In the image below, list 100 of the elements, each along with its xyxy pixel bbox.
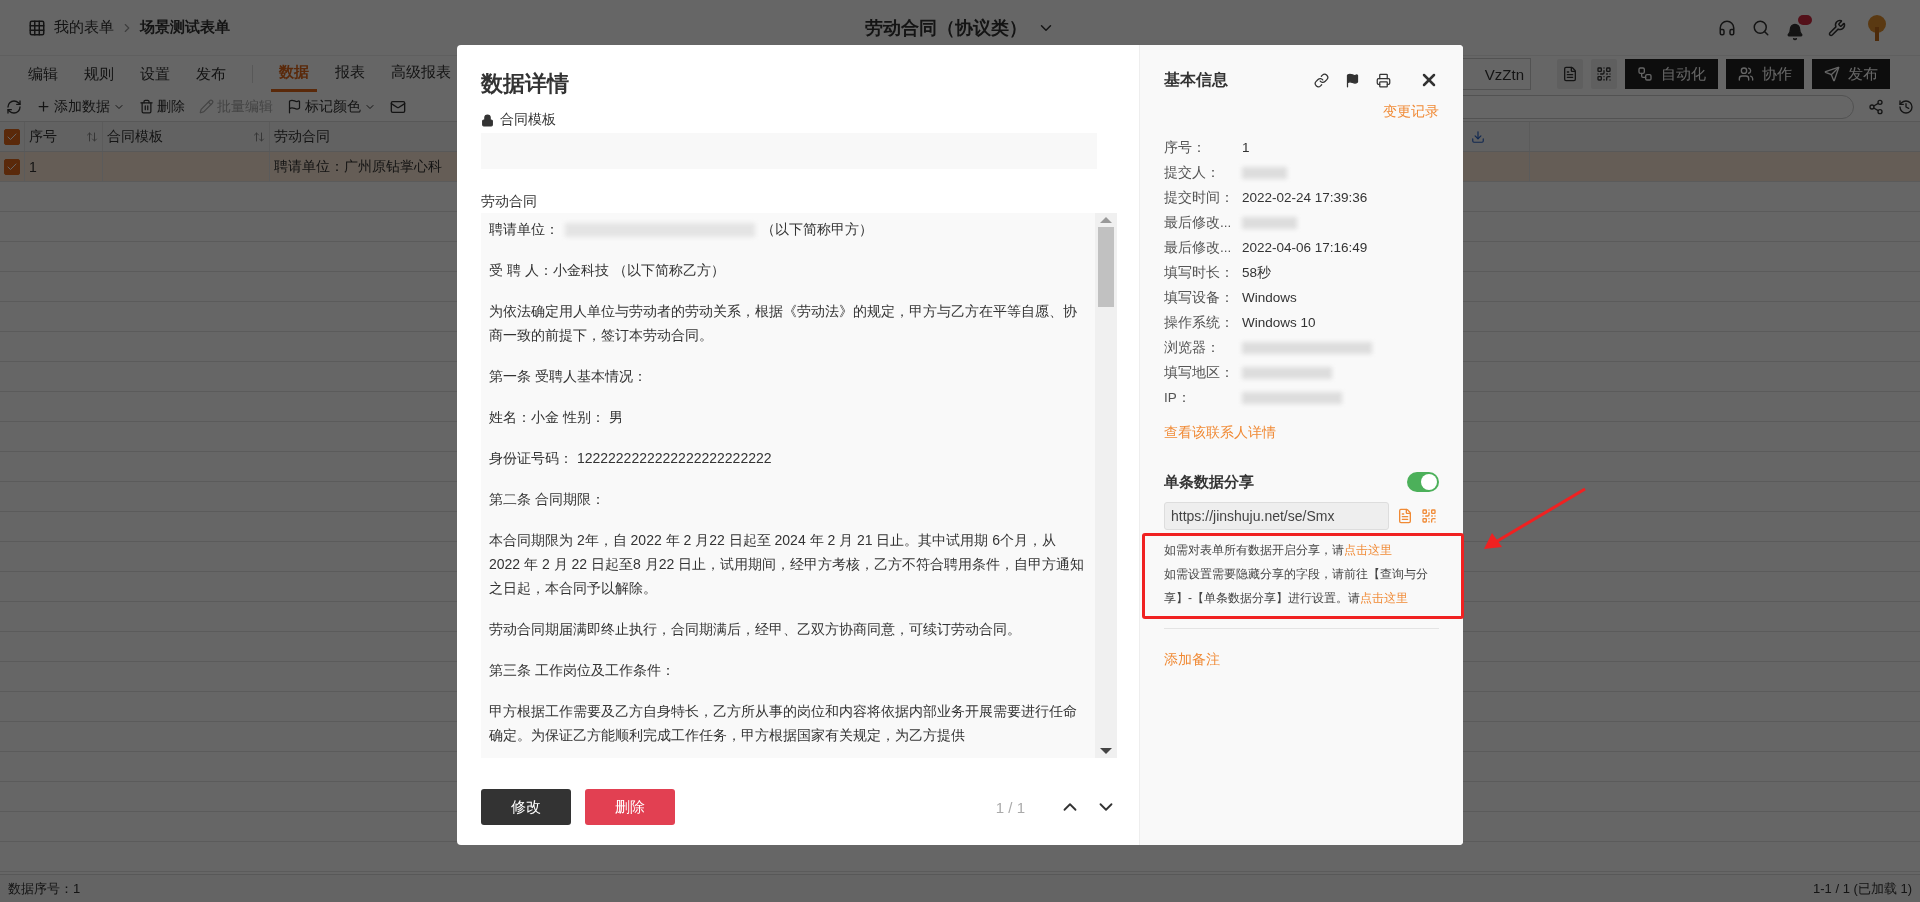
lock-icon [481, 113, 494, 127]
add-note-link[interactable]: 添加备注 [1164, 651, 1439, 669]
contact-details-link[interactable]: 查看该联系人详情 [1164, 424, 1276, 440]
table-cell: 1 [29, 158, 37, 175]
dialog-button[interactable]: 修改 [481, 789, 571, 825]
breadcrumb-current: 场景测试表单 [140, 18, 230, 37]
panel-title: 基本信息 [1164, 69, 1228, 90]
document-icon [1562, 66, 1578, 82]
contract-paragraph: 姓名：小金 性别： 男 [489, 408, 624, 427]
menu-link[interactable]: 规则 [84, 64, 114, 84]
section-title: 单条数据分享 [1164, 472, 1254, 492]
info-label: 最后修改... [1164, 238, 1233, 257]
info-value: 1 [1242, 140, 1250, 155]
history-icon[interactable] [1898, 98, 1914, 115]
info-label: IP： [1164, 388, 1192, 407]
pencil-icon [199, 99, 214, 114]
info-label: 提交时间： [1164, 188, 1235, 207]
help-text: 如需设置需要隐藏分享的字段，请前往【查询与分享】-【单条数据分享】进行设置。请点击这里 [1164, 566, 1429, 607]
dialog-title: 数据详情 [481, 70, 570, 98]
pager-text: 1 / 1 [995, 798, 1025, 816]
contract-paragraph: 第一条 受聘人基本情况： [489, 367, 648, 386]
apps-grid-icon[interactable] [28, 18, 46, 37]
status-text: 数据序号：1 [8, 879, 81, 898]
table-cell: 聘请单位：广州原钻掌心科 [274, 157, 442, 176]
info-label: 填写地区： [1164, 363, 1235, 382]
info-value: 58秒 [1242, 263, 1272, 282]
plus-icon [36, 99, 51, 114]
contract-paragraph: 劳动合同期届满即终止执行，合同期满后，经甲、乙双方协商同意，可续订劳动合同。 [489, 620, 1022, 639]
workflow-icon [1637, 66, 1653, 82]
nav-tab[interactable]: 报表 [327, 56, 373, 92]
toolbar-button[interactable]: 标记颜色 [287, 97, 376, 116]
headset-icon[interactable] [1718, 18, 1736, 37]
header-button[interactable]: 发布 [1812, 59, 1890, 89]
search-icon[interactable] [1752, 18, 1770, 37]
users-icon [1738, 66, 1754, 82]
row-checkbox[interactable] [4, 158, 20, 175]
refresh-icon[interactable] [6, 98, 22, 115]
info-label: 填写时长： [1164, 263, 1235, 282]
change-log-link[interactable]: 变更记录 [1383, 103, 1439, 121]
qr-code-button[interactable] [1591, 59, 1617, 89]
link-icon[interactable] [1314, 72, 1329, 88]
contract-paragraph: 甲方根据工作需要及乙方自身特长，乙方所从事的岗位和内容将依据内部业务开展需要进行任命确定。为保证乙方能顺利完成工作任务，甲方根据国家有关规定，为乙方提供 [489, 702, 1078, 745]
trash-icon [139, 99, 154, 114]
document-icon[interactable] [1397, 508, 1413, 524]
flag-icon[interactable] [1345, 72, 1360, 88]
info-label: 浏览器： [1164, 338, 1221, 357]
info-value: Windows [1242, 290, 1297, 305]
help-text: 如需对表单所有数据开启分享，请点击这里 [1164, 542, 1393, 559]
nav-tab[interactable]: 高级报表 [383, 56, 459, 92]
nav-tab[interactable]: 数据 [271, 56, 317, 92]
info-value: 2022-04-06 17:16:49 [1242, 240, 1368, 255]
notification-bell-icon[interactable] [1786, 14, 1812, 41]
toolbar-button[interactable]: 添加数据 [36, 97, 125, 116]
sort-icon[interactable] [253, 130, 265, 143]
form-title: 劳动合同（协议类） [865, 17, 1027, 40]
download-icon[interactable] [1471, 129, 1485, 144]
toolbar-button[interactable]: 删除 [139, 97, 185, 116]
field-label: 合同模板 [500, 111, 556, 129]
contract-paragraph: 本合同期限为 2年，自 2022 年 2 月22 日起至 2024 年 2 月 21 日止。其中试用期 6个月，从 2022 年 2 月 22 日起至8 月22 日止，试用期间，经甲方考核，乙方不符合聘用条件，自甲方通知之日起，本合同予以解除。 [489, 531, 1086, 598]
field-label: 劳动合同 [481, 193, 537, 211]
send-icon [1824, 66, 1840, 82]
info-label: 填写设备： [1164, 288, 1235, 307]
contract-paragraph: 第三条 工作岗位及工作条件： [489, 661, 676, 680]
info-value: 2022-02-24 17:39:36 [1242, 190, 1368, 205]
column-header: 合同模板 [107, 127, 163, 146]
share-url-field[interactable]: https://jinshuju.net/se/Smx [1164, 502, 1389, 530]
menu-link[interactable]: 编辑 [28, 64, 58, 84]
mail-icon[interactable] [390, 98, 406, 115]
header-button[interactable]: 协作 [1726, 59, 1804, 89]
status-text: 1-1 / 1 (已加载 1) [1813, 879, 1912, 898]
flag-icon [287, 99, 302, 114]
menu-link[interactable]: 设置 [140, 64, 170, 84]
contract-paragraph: 受 聘 人：小金科技 （以下简称乙方） [489, 261, 726, 280]
info-label: 提交人： [1164, 163, 1221, 182]
info-label: 操作系统： [1164, 313, 1235, 332]
share-icon[interactable] [1868, 98, 1884, 115]
qr-code-icon [1596, 66, 1612, 82]
click-here-link[interactable]: 点击这里 [1360, 591, 1408, 605]
sort-icon[interactable] [86, 130, 98, 143]
dialog-button[interactable]: 删除 [585, 789, 675, 825]
header-button[interactable]: 自动化 [1625, 59, 1718, 89]
share-toggle[interactable] [1407, 472, 1439, 492]
menu-link[interactable]: 发布 [196, 64, 226, 84]
info-label: 序号： [1164, 138, 1207, 157]
contract-paragraph: 为依法确定用人单位与劳动者的劳动关系，根据《劳动法》的规定，甲方与乙方在平等自愿、协商一致的前提下，签订本劳动合同。 [489, 302, 1078, 345]
qr-code-icon[interactable] [1421, 508, 1437, 524]
scrollbar[interactable] [1095, 213, 1117, 758]
contract-paragraph: 第二条 合同期限： [489, 490, 606, 509]
info-value: Windows 10 [1242, 315, 1316, 330]
column-header: 序号 [29, 127, 57, 146]
info-label: 最后修改... [1164, 213, 1233, 232]
contract-paragraph: 聘请单位： （以下简称甲方） [489, 220, 874, 240]
contract-paragraph: 身份证号码： 1222222222222222222222222 [489, 449, 773, 468]
copy-button[interactable] [1557, 59, 1583, 89]
tools-icon[interactable] [1828, 18, 1846, 37]
breadcrumb-link[interactable]: 我的表单 [54, 18, 114, 37]
column-header: 劳动合同 [274, 127, 330, 146]
click-here-link[interactable]: 点击这里 [1344, 543, 1392, 557]
print-icon[interactable] [1376, 72, 1391, 88]
select-all-checkbox[interactable] [4, 128, 20, 145]
